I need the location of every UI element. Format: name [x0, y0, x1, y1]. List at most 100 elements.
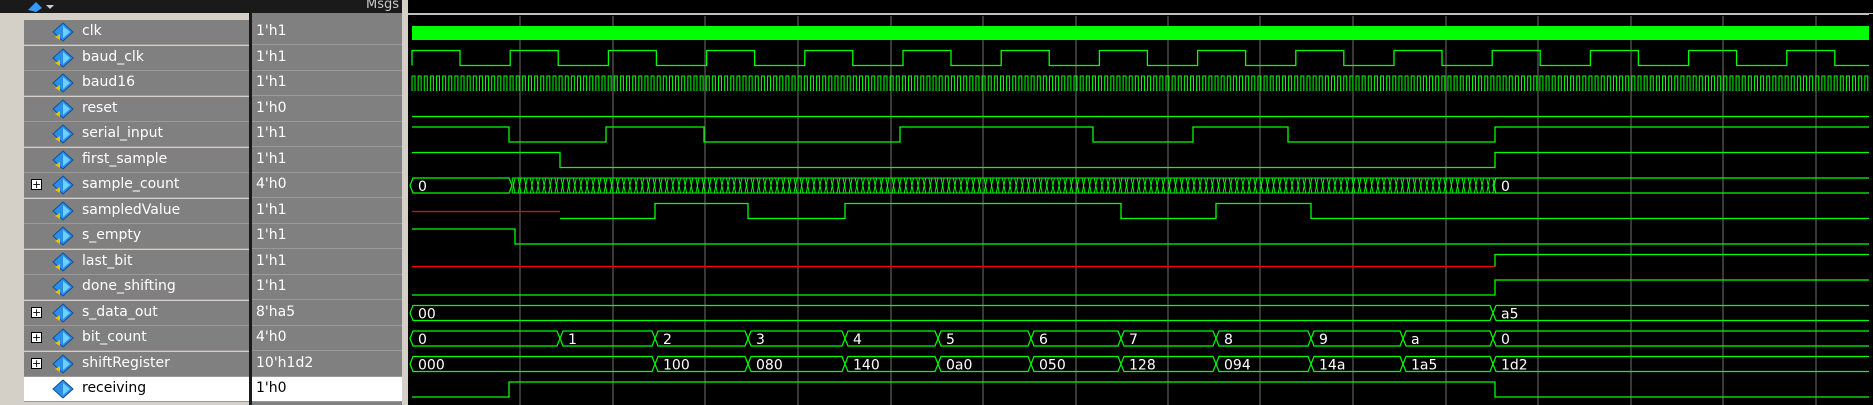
sampled-value-wave [560, 202, 1873, 220]
signal-name: shiftRegister [82, 354, 170, 371]
shift-register-value-label: 14a [1319, 358, 1345, 374]
signal-name: sample_count [82, 176, 180, 192]
shift-register-value-label: 128 [1129, 358, 1156, 374]
signal-icon [52, 149, 74, 170]
signal-name: first_sample [82, 150, 168, 167]
baud16-wave [411, 75, 1873, 91]
signal-row-bit_count[interactable]: + bit_count [24, 326, 249, 351]
signal-row-done_shifting[interactable]: done_shifting [24, 275, 249, 300]
signal-name: baud16 [82, 74, 136, 90]
signal-value-row[interactable]: 1'h0 [252, 377, 402, 402]
signal-icon [52, 328, 74, 348]
signal-value: 1'h1 [256, 227, 287, 243]
signal-name: sampledValue [82, 201, 181, 218]
signal-icon [52, 175, 74, 195]
signal-icon [52, 200, 74, 221]
signal-row-baud_clk[interactable]: baud_clk [24, 45, 249, 71]
signal-row-first_sample[interactable]: first_sample [24, 147, 249, 173]
receiving-wave [412, 381, 1873, 398]
values-header: Msgs [252, 0, 402, 13]
signal-value-row[interactable]: 1'h1 [252, 45, 402, 71]
first-sample-wave [412, 151, 1873, 169]
shift-register-value-label: 094 [1224, 358, 1251, 374]
shift-register-value-label: 000 [418, 358, 445, 374]
signal-value-row[interactable]: 4'h0 [252, 326, 402, 351]
signal-name: receiving [82, 380, 147, 396]
baud-clk-wave [411, 49, 1873, 67]
signal-row-baud16[interactable]: baud16 [24, 71, 249, 96]
expand-icon[interactable]: + [31, 357, 42, 369]
expand-icon[interactable]: + [31, 306, 42, 318]
signal-value-row[interactable]: 4'h0 [252, 173, 402, 198]
signal-icon [52, 73, 74, 93]
signal-value: 1'h0 [256, 99, 287, 116]
signal-row-serial_input[interactable]: serial_input [24, 122, 249, 147]
signal-value-row[interactable]: 1'h1 [252, 147, 402, 173]
bit-count-value-label: 5 [946, 332, 955, 348]
signal-name: bit_count [82, 329, 147, 345]
signal-row-s_data_out[interactable]: + s_data_out [24, 300, 249, 326]
signal-value: 10'h1d2 [256, 354, 314, 371]
signal-icon [52, 277, 74, 297]
bit-count-value-label: 3 [756, 332, 765, 348]
expand-icon[interactable]: + [31, 332, 42, 343]
signal-value: 1'h1 [256, 252, 287, 269]
bit-count-segment [409, 330, 561, 347]
bit-count-value-label: a [1411, 332, 1420, 348]
signal-row-clk[interactable]: clk [24, 20, 249, 45]
shift-register-value-label: 1a5 [1411, 358, 1437, 374]
signal-icon [52, 302, 74, 323]
s-empty-wave [412, 228, 1873, 245]
signal-value: 4'h0 [256, 176, 287, 192]
bit-count-value-label: 2 [663, 332, 672, 348]
shift-register-value-label: 0a0 [946, 358, 972, 374]
signal-row-shiftRegister[interactable]: + shiftRegister [24, 351, 249, 377]
waveform-canvas[interactable]: 0 000 a50 1 2 3 4 5 6 7 8 9 a 0000 100 080 140 0a0 050 128 0… [408, 0, 1873, 405]
signal-row-receiving[interactable]: receiving [24, 377, 249, 402]
sample-count-dense [511, 177, 1499, 194]
signal-value: 1'h1 [256, 23, 287, 39]
signal-value-row[interactable]: 8'ha5 [252, 300, 402, 326]
s-data-out-value-label: a5 [1501, 307, 1519, 323]
signal-name: s_data_out [82, 303, 158, 320]
signal-icon [52, 226, 74, 246]
signal-value-row[interactable]: 1'h1 [252, 275, 402, 300]
signal-value-row[interactable]: 1'h1 [252, 249, 402, 275]
signal-row-sampledValue[interactable]: sampledValue [24, 198, 249, 224]
signal-icon [52, 22, 74, 42]
signal-value-row[interactable]: 1'h1 [252, 198, 402, 224]
done-shifting-wave [412, 279, 1873, 296]
bit-count-value-label: 1 [568, 332, 577, 348]
bit-count-value-label: 9 [1319, 332, 1328, 348]
signal-row-reset[interactable]: reset [24, 96, 249, 122]
signal-value: 4'h0 [256, 329, 287, 345]
signal-name: serial_input [82, 125, 164, 141]
signal-value-row[interactable]: 10'h1d2 [252, 351, 402, 377]
signal-row-sample_count[interactable]: + sample_count [24, 173, 249, 198]
signal-name: reset [82, 99, 118, 116]
signal-value-row[interactable]: 1'h1 [252, 224, 402, 249]
signal-value: 1'h1 [256, 201, 287, 218]
expand-icon[interactable]: + [31, 179, 42, 190]
signal-row-s_empty[interactable]: s_empty [24, 224, 249, 249]
signal-name: s_empty [82, 227, 142, 243]
signal-value-row[interactable]: 1'h1 [252, 71, 402, 96]
sample-count-value-label: 0 [418, 179, 427, 195]
signal-icon [52, 251, 74, 272]
wave-menu-icon[interactable] [26, 0, 56, 12]
clk-wave [412, 26, 1873, 40]
signal-value-row[interactable]: 1'h0 [252, 96, 402, 122]
signal-row-last_bit[interactable]: last_bit [24, 249, 249, 275]
signal-name: done_shifting [82, 278, 176, 294]
signal-value: 1'h1 [256, 150, 287, 167]
signal-value: 1'h1 [256, 125, 287, 141]
s-data-out-value-label: 00 [418, 307, 436, 323]
bit-count-value-label: 0 [1501, 332, 1510, 348]
signal-value-row[interactable]: 1'h1 [252, 122, 402, 147]
serial-input-wave [412, 126, 1873, 143]
bit-count-value-label: 8 [1224, 332, 1233, 348]
signal-name: last_bit [82, 252, 133, 269]
signal-value-row[interactable]: 1'h1 [252, 20, 402, 45]
sample-count-value-label: 0 [1501, 179, 1510, 195]
signal-icon [52, 353, 74, 374]
